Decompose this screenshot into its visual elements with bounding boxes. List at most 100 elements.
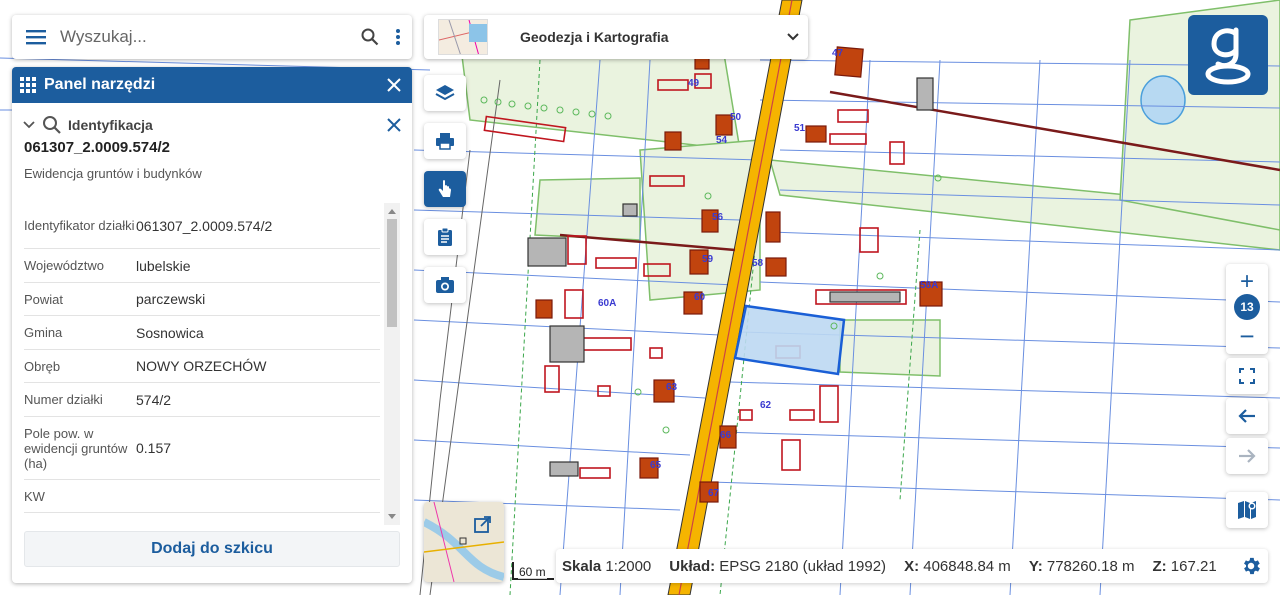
chevron-down-icon[interactable]	[778, 32, 808, 42]
attribute-value: lubelskie	[136, 257, 191, 274]
attribute-value: 0.157	[136, 440, 172, 456]
attributes-scrollbar[interactable]	[384, 203, 400, 525]
identify-button[interactable]	[424, 171, 466, 207]
house-number: 49	[688, 78, 700, 89]
scale-bar-label: 60 m	[518, 565, 547, 579]
zoom-level-badge: 13	[1234, 294, 1260, 320]
scroll-down-arrow-icon[interactable]	[388, 514, 396, 519]
house-number: 51	[794, 123, 806, 134]
search-icon[interactable]	[356, 15, 384, 59]
house-number: 62	[760, 400, 772, 411]
attribute-row: Gmina Sosnowica	[24, 316, 380, 350]
open-external-icon[interactable]	[474, 516, 492, 534]
attribute-row: Czy ... Z...	[24, 513, 380, 526]
zoom-in-button[interactable]: +	[1226, 268, 1268, 296]
attribute-value: 061307_2.0009.574/2	[136, 217, 273, 234]
panel-header: Panel narzędzi	[12, 67, 412, 103]
crs-readout[interactable]: Układ: EPSG 2180 (układ 1992)	[669, 558, 886, 575]
pond	[1140, 75, 1186, 125]
attribute-key: Czy ...	[24, 516, 136, 525]
house-number: 60	[694, 292, 706, 303]
house-number: 63	[666, 382, 678, 393]
attribute-value: Z...	[136, 516, 380, 526]
print-icon	[436, 133, 454, 150]
attribute-value	[136, 490, 380, 502]
menu-icon[interactable]	[12, 15, 60, 59]
scroll-thumb[interactable]	[387, 219, 397, 327]
gear-icon[interactable]	[1240, 555, 1262, 577]
attribute-key: Identyfikator działki	[24, 218, 135, 233]
tools-panel: Panel narzędzi Identyfikacja 061307_2.00…	[12, 67, 412, 583]
attribute-row: Obręb NOWY ORZECHÓW	[24, 350, 380, 383]
zoom-out-button[interactable]: −	[1226, 321, 1268, 351]
search-bar	[12, 15, 412, 59]
house-number: 56	[712, 212, 724, 223]
data-source: Ewidencja gruntów i budynków	[24, 166, 202, 181]
close-panel-icon[interactable]	[384, 75, 404, 95]
arrow-right-icon	[1239, 449, 1256, 463]
map-composition-selector[interactable]: Geodezja i Kartografia	[424, 15, 808, 59]
house-number: 54	[716, 135, 728, 146]
next-extent-button[interactable]	[1226, 438, 1268, 474]
attribute-key: Województwo	[24, 258, 104, 273]
basemap-icon	[1238, 501, 1256, 519]
overview-map[interactable]	[424, 502, 504, 582]
house-number: 58A	[920, 280, 938, 291]
chevron-down-icon[interactable]	[22, 120, 36, 130]
attribute-key: Pole pow. w ewidencji gruntów (ha)	[24, 425, 128, 471]
composition-thumbnail	[438, 19, 488, 55]
screenshot-button[interactable]	[424, 267, 466, 303]
camera-icon	[436, 277, 454, 293]
attribute-row: Powiat parczewski	[24, 283, 380, 316]
layers-button[interactable]	[424, 75, 466, 111]
attribute-key: Numer działki	[24, 392, 103, 407]
house-number: 60A	[598, 298, 616, 309]
fullscreen-icon	[1239, 368, 1255, 384]
clipboard-button[interactable]	[424, 219, 466, 255]
attribute-row: Identyfikator działki 061307_2.0009.574/…	[24, 203, 380, 249]
attribute-value: 574/2	[136, 391, 172, 408]
basemap-button[interactable]	[1226, 492, 1268, 528]
house-number: 66	[720, 430, 732, 441]
overview-map-image	[424, 502, 504, 582]
x-coordinate: X: 406848.84 m	[904, 557, 1011, 575]
attribute-key: Powiat	[24, 291, 64, 307]
panel-title: Panel narzędzi	[44, 76, 156, 93]
fullscreen-button[interactable]	[1226, 358, 1268, 394]
scale-readout: Skala 1:2000	[562, 557, 652, 575]
print-button[interactable]	[424, 123, 466, 159]
clipboard-icon	[438, 227, 452, 246]
house-number: 47	[832, 48, 844, 59]
house-number: 50	[730, 112, 742, 123]
scale-bar: 60 m	[512, 562, 558, 582]
scroll-up-arrow-icon[interactable]	[388, 209, 396, 214]
search-input[interactable]	[60, 27, 356, 47]
status-bar: Skala 1:2000 Układ: EPSG 2180 (układ 199…	[556, 549, 1268, 583]
layers-icon	[435, 85, 455, 101]
attribute-row: KW	[24, 480, 380, 513]
attributes-list[interactable]: Identyfikator działki 061307_2.0009.574/…	[12, 203, 412, 525]
composition-name: Geodezja i Kartografia	[520, 29, 669, 45]
house-number: 58	[752, 258, 764, 269]
close-section-icon[interactable]	[386, 117, 402, 133]
more-options-icon[interactable]	[384, 15, 412, 59]
attribute-value: NOWY ORZECHÓW	[136, 358, 267, 374]
logo-icon	[1205, 27, 1251, 85]
z-coordinate: Z: 167.21	[1152, 557, 1217, 575]
attribute-value: parczewski	[136, 291, 206, 307]
attribute-row: Pole pow. w ewidencji gruntów (ha) 0.157	[24, 417, 380, 480]
parcel-identifier: 061307_2.0009.574/2	[24, 139, 170, 156]
search-icon	[43, 116, 61, 134]
arrow-left-icon	[1238, 409, 1255, 423]
apps-grid-icon	[20, 77, 36, 93]
attribute-key: Obręb	[24, 358, 61, 374]
attribute-row: Województwo lubelskie	[24, 249, 380, 283]
attribute-row: Numer działki 574/2	[24, 383, 380, 417]
house-number: 67	[708, 488, 720, 499]
geoportal-logo[interactable]	[1188, 15, 1268, 95]
previous-extent-button[interactable]	[1226, 398, 1268, 434]
section-title: Identyfikacja	[68, 117, 153, 133]
y-coordinate: Y: 778260.18 m	[1028, 557, 1135, 575]
add-to-sketch-button[interactable]: Dodaj do szkicu	[24, 531, 400, 567]
attribute-value: Sosnowica	[136, 324, 204, 341]
